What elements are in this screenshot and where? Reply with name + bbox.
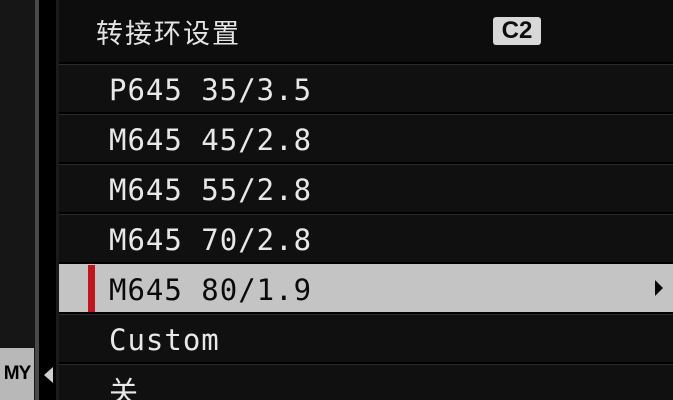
adapter-setting-list: P645 35/3.5 M645 45/2.8 M645 55/2.8 M645… — [59, 64, 673, 400]
list-item-label: P645 35/3.5 — [109, 73, 313, 107]
list-item-off[interactable]: 关 — [59, 364, 673, 400]
camera-menu-screen: MY 转接环设置 C2 P645 35/3.5 M645 45/2.8 M645… — [0, 0, 673, 400]
chevron-right-icon[interactable] — [655, 280, 663, 296]
selection-indicator — [88, 265, 95, 312]
chevron-left-icon[interactable] — [44, 367, 53, 383]
list-item-p645-35[interactable]: P645 35/3.5 — [59, 64, 673, 112]
list-item-label: M645 70/2.8 — [109, 223, 313, 257]
list-item-label: M645 80/1.9 — [109, 273, 313, 307]
tab-my-menu[interactable]: MY — [0, 348, 34, 400]
list-item-label: 关 — [109, 375, 140, 400]
menu-header: 转接环设置 C2 — [59, 0, 673, 62]
list-item-m645-80-selected[interactable]: M645 80/1.9 — [59, 264, 673, 312]
list-item-m645-55[interactable]: M645 55/2.8 — [59, 164, 673, 212]
list-item-label: M645 45/2.8 — [109, 123, 313, 157]
tab-strip-divider — [35, 0, 39, 400]
list-item-custom[interactable]: Custom — [59, 314, 673, 362]
menu-tab-strip — [0, 0, 36, 400]
list-item-m645-45[interactable]: M645 45/2.8 — [59, 114, 673, 162]
list-item-label: M645 55/2.8 — [109, 173, 313, 207]
custom-setting-badge: C2 — [493, 17, 541, 45]
list-item-label: Custom — [109, 323, 220, 357]
page-title: 转接环设置 — [96, 19, 241, 50]
list-item-m645-70[interactable]: M645 70/2.8 — [59, 214, 673, 262]
